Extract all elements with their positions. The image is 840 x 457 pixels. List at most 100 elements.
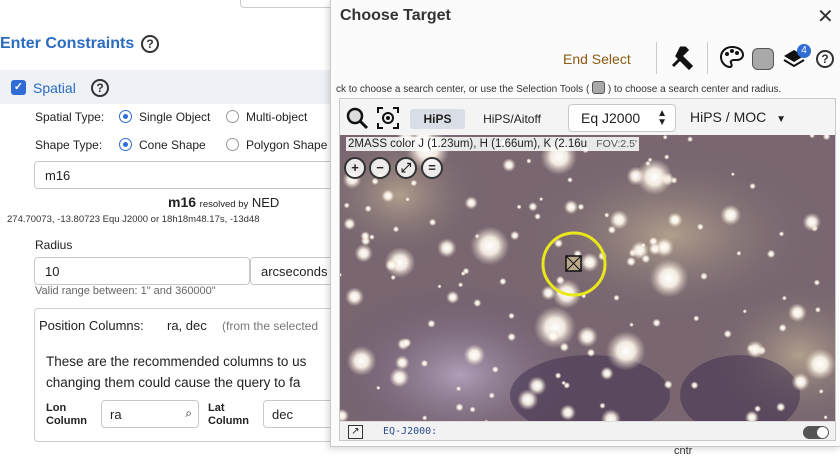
lat-label-1: Lat (208, 402, 225, 414)
star (778, 323, 787, 333)
star (346, 346, 377, 376)
close-icon[interactable]: ✕ (817, 4, 834, 29)
star (561, 380, 566, 386)
star (652, 318, 661, 328)
end-select-button[interactable]: End Select (563, 51, 631, 67)
star (507, 332, 516, 342)
coord-system-select[interactable]: Eq J2000 ▲ ▼ (568, 104, 676, 132)
star (491, 366, 499, 373)
layers-count-badge: 4 (797, 44, 811, 58)
toolbar-separator (656, 42, 657, 74)
polygon-shape-radio[interactable] (226, 138, 239, 151)
star (730, 172, 735, 177)
star (776, 402, 786, 412)
image-info: 2MASS color J (1.23um), H (1.66um), K (2… (346, 137, 639, 151)
star (720, 204, 742, 226)
zoom-fill-icon[interactable]: = (421, 157, 443, 179)
search-icon[interactable] (345, 106, 369, 130)
poscol-desc-1: These are the recommended columns to us (46, 354, 307, 369)
star (754, 405, 762, 413)
coord-readout: EQ-J2000: (383, 426, 438, 437)
lon-column-input[interactable]: ra ⌕ (101, 400, 199, 428)
fov-readout: FOV:2.5' (596, 138, 637, 150)
choose-target-dialog: Choose Target ✕ End Select 4 ? ck to cho… (330, 0, 840, 447)
star (802, 212, 822, 232)
lat-label-2: Column (208, 415, 249, 427)
radius-input[interactable]: 10 (34, 257, 250, 285)
readout-toggle[interactable] (803, 426, 829, 439)
zoom-in-icon[interactable]: + (344, 157, 366, 179)
star (663, 380, 673, 390)
star (392, 226, 400, 233)
coord-system-value: Eq J2000 (581, 110, 641, 126)
spatial-type-label: Spatial Type: (35, 110, 105, 124)
star (749, 182, 756, 190)
search-icon[interactable]: ⌕ (185, 406, 192, 421)
poscol-desc-2: changing them could cause the query to f… (46, 375, 301, 390)
lat-column-value: dec (272, 407, 293, 422)
star (464, 196, 478, 210)
star (455, 386, 462, 392)
poscol-value: ra, dec (167, 318, 207, 333)
cone-shape-radio[interactable] (119, 138, 132, 151)
resolved-coords: 274.70073, -13.80723 Equ J2000 or 18h18m… (7, 214, 260, 225)
star (389, 367, 410, 388)
tab-hips-aitoff[interactable]: HiPS/Aitoff (472, 109, 552, 129)
star (693, 315, 700, 322)
star (667, 212, 683, 228)
sky-image[interactable] (340, 124, 836, 440)
star (586, 348, 596, 357)
star (364, 205, 372, 213)
star (609, 210, 629, 230)
star (700, 272, 708, 281)
star (458, 282, 464, 288)
star (629, 322, 634, 327)
selection-tool-icon[interactable] (752, 48, 774, 70)
chevron-down-icon: ▼ (776, 114, 787, 125)
star (499, 277, 507, 286)
zoom-out-icon[interactable]: − (369, 157, 391, 179)
star (823, 415, 828, 420)
hips-moc-menu[interactable]: HiPS / MOC ▼ (690, 109, 786, 125)
star (376, 385, 381, 391)
poscol-label: Position Columns: (39, 318, 144, 333)
spatial-help-icon[interactable]: ? (91, 79, 109, 97)
single-object-radio[interactable] (119, 110, 132, 123)
star (460, 271, 466, 276)
radius-hint: Valid range between: 1" and 360000" (35, 285, 216, 297)
star (455, 403, 464, 412)
help-icon[interactable]: ? (141, 35, 159, 53)
selection-chip-icon (592, 81, 606, 94)
tools-icon[interactable] (668, 44, 696, 74)
star (649, 258, 689, 298)
star (690, 381, 699, 390)
star (804, 348, 835, 380)
spatial-checkbox[interactable]: ✓ (11, 80, 26, 95)
target-input[interactable]: m16 (34, 161, 344, 189)
search-icon-glyph (346, 107, 369, 130)
image-viewer: HiPS HiPS/Aitoff Eq J2000 ▲ ▼ HiPS / MOC … (339, 98, 836, 441)
star (606, 331, 646, 371)
recenter-icon[interactable] (376, 106, 400, 130)
resolver-name: NED (251, 195, 280, 210)
star (470, 226, 510, 266)
palette-icon[interactable] (718, 44, 746, 74)
zoom-fit-icon[interactable]: ⤢ (395, 157, 417, 179)
star (787, 303, 807, 323)
multi-object-radio[interactable] (226, 110, 239, 123)
star (428, 218, 437, 227)
star (742, 309, 747, 314)
sky-image-canvas[interactable] (340, 124, 836, 440)
star (422, 415, 428, 421)
star (385, 258, 398, 272)
recenter-icon-glyph (377, 107, 399, 129)
star (613, 294, 620, 301)
tab-hips[interactable]: HiPS (410, 109, 465, 129)
star (599, 402, 606, 409)
updown-icon: ▲ ▼ (657, 108, 667, 128)
star (473, 298, 482, 308)
cone-shape-label: Cone Shape (139, 138, 206, 152)
expand-icon[interactable]: ↗ (348, 425, 363, 439)
star (446, 290, 460, 304)
dialog-help-icon[interactable]: ? (816, 50, 834, 68)
